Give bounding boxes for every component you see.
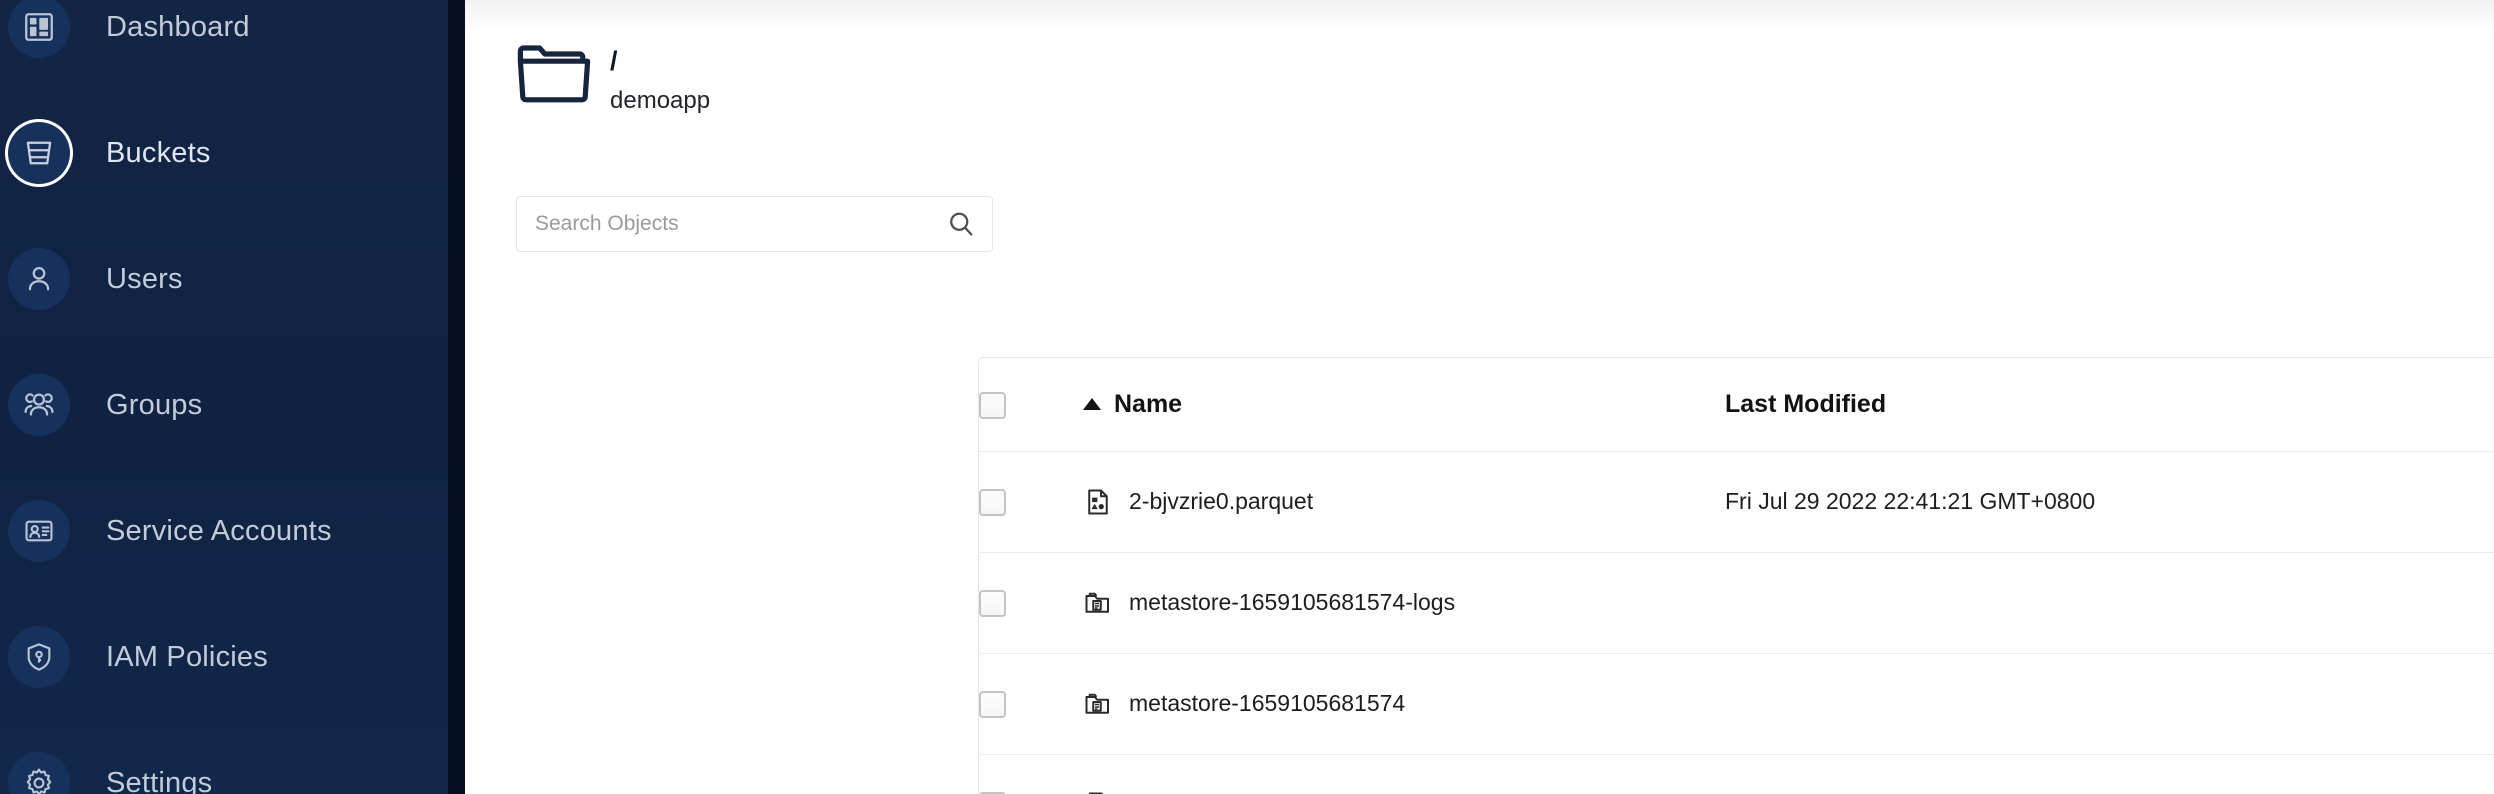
column-header-spacer [2425, 358, 2494, 452]
row-name-label: metastore-1659105681574-logs [1129, 589, 1456, 615]
table-row[interactable]: 2-bjvzrie0.parquet Fri Jul 29 2022 22:41… [979, 451, 2494, 553]
row-name-cell: metastore-1659105681574-logs [1083, 552, 1725, 654]
gear-icon [8, 752, 70, 794]
row-last-modified-cell: Fri Jul 29 2022 22:41:21 GMT+0800 [1725, 754, 2425, 794]
row-select-cell [979, 653, 1083, 755]
row-checkbox[interactable] [979, 488, 1006, 516]
sidebar-divider [448, 0, 465, 794]
sidebar-item-label: Groups [106, 388, 203, 421]
sort-ascending-icon [1083, 398, 1101, 411]
breadcrumb-bucket-name: demoapp [610, 87, 711, 114]
row-name-label: metastore-1659105681574 [1129, 690, 1406, 716]
row-spacer-cell [2425, 754, 2494, 794]
row-checkbox[interactable] [979, 589, 1006, 617]
sidebar-item-label: Users [106, 262, 183, 295]
media-file-icon [1083, 487, 1113, 517]
sidebar-item-label: IAM Policies [106, 640, 268, 673]
row-last-modified-cell [1725, 552, 2425, 654]
row-last-modified-cell: Fri Jul 29 2022 22:41:21 GMT+0800 [1725, 451, 2425, 553]
table-row[interactable]: metastore-1659105681574-logs [979, 552, 2494, 654]
column-header-last-modified-label: Last Modified [1725, 389, 1887, 418]
sidebar-item-groups[interactable]: Groups [0, 342, 448, 468]
row-name-cell: metastore-1659105681574 [1083, 653, 1725, 755]
sidebar-item-settings[interactable]: Settings [0, 720, 448, 794]
breadcrumb: / demoapp [516, 40, 710, 118]
row-checkbox[interactable] [979, 690, 1006, 718]
row-spacer-cell [2425, 653, 2494, 755]
main-content: / demoapp Search Objects Name Last Modif… [448, 0, 2494, 794]
sidebar-item-dashboard[interactable]: Dashboard [0, 0, 448, 90]
row-select-cell [979, 552, 1083, 654]
objects-table: Name Last Modified 2-bjvzrie0.parquet Fr… [979, 358, 2494, 794]
row-last-modified-cell [1725, 653, 2425, 755]
minio-console-window: Dashboard Buckets Users Groups Service A… [0, 0, 2494, 794]
row-name-label: 2-bjvzrie0.parquet [1129, 488, 1314, 514]
search-input[interactable] [535, 212, 946, 236]
sidebar: Dashboard Buckets Users Groups Service A… [0, 0, 448, 794]
row-name-cell: metastore-current [1083, 754, 1725, 794]
folder-file-icon [1083, 689, 1113, 719]
sidebar-item-buckets[interactable]: Buckets [0, 90, 448, 216]
column-header-name[interactable]: Name [1083, 358, 1725, 452]
folder-file-icon [1083, 588, 1113, 618]
row-spacer-cell [2425, 451, 2494, 553]
search-icon[interactable] [946, 209, 976, 239]
search-objects-box[interactable] [516, 196, 993, 252]
sidebar-item-label: Buckets [106, 136, 211, 169]
sidebar-item-label: Dashboard [106, 10, 250, 43]
groups-icon [8, 374, 70, 436]
folder-icon [516, 42, 592, 104]
breadcrumb-path[interactable]: / [610, 44, 710, 78]
objects-table-container: Name Last Modified 2-bjvzrie0.parquet Fr… [978, 357, 2494, 794]
sidebar-item-label: Service Accounts [106, 514, 332, 547]
row-select-cell [979, 754, 1083, 794]
column-header-name-label: Name [1114, 389, 1183, 418]
select-all-checkbox[interactable] [979, 391, 1006, 419]
bucket-icon [8, 122, 70, 184]
table-row[interactable]: metastore-1659105681574 [979, 653, 2494, 755]
row-select-cell [979, 451, 1083, 553]
column-header-last-modified[interactable]: Last Modified [1725, 358, 2425, 452]
row-name-cell: 2-bjvzrie0.parquet [1083, 451, 1725, 553]
user-icon [8, 248, 70, 310]
sidebar-item-users[interactable]: Users [0, 216, 448, 342]
id-card-icon [8, 500, 70, 562]
table-body: 2-bjvzrie0.parquet Fri Jul 29 2022 22:41… [979, 451, 2494, 794]
breadcrumb-text: / demoapp [610, 40, 710, 118]
dashboard-icon [8, 0, 70, 58]
sidebar-item-service-accounts[interactable]: Service Accounts [0, 468, 448, 594]
sidebar-nav: Dashboard Buckets Users Groups Service A… [0, 0, 448, 794]
table-header-row: Name Last Modified [979, 358, 2494, 452]
sidebar-item-iam-policies[interactable]: IAM Policies [0, 594, 448, 720]
shield-key-icon [8, 626, 70, 688]
document-icon [1083, 790, 1113, 794]
table-header: Name Last Modified [979, 358, 2494, 452]
top-shadow [448, 0, 2494, 34]
sidebar-item-label: Settings [106, 766, 213, 794]
row-spacer-cell [2425, 552, 2494, 654]
select-all-cell [979, 358, 1083, 452]
table-row[interactable]: metastore-current Fri Jul 29 2022 22:41:… [979, 754, 2494, 794]
